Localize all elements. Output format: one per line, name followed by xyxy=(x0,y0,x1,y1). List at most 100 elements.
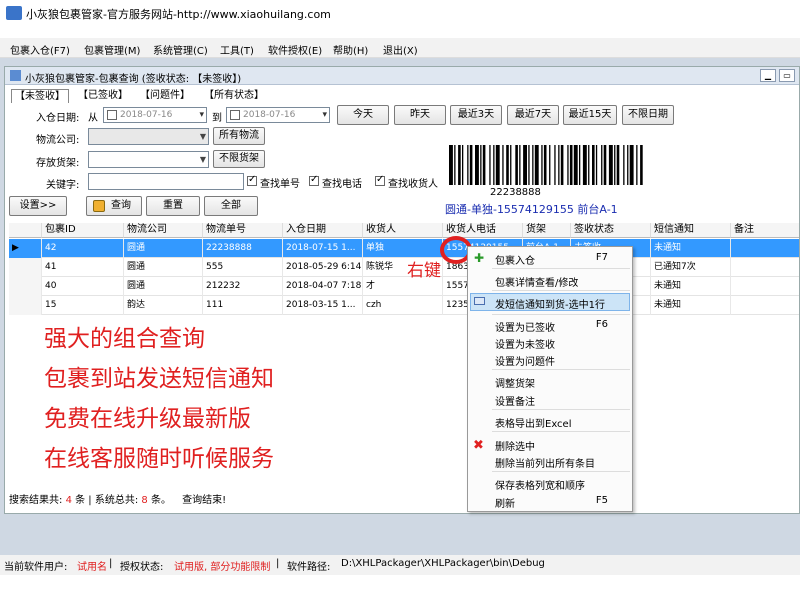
cell-tracking[interactable]: 212232 xyxy=(203,277,283,296)
table-row[interactable]: 41 圆通 555 2018-05-29 6:14 陈锐华 18632 已通知7次 xyxy=(9,258,799,277)
table-row[interactable]: ▶42圆通222388882018-07-15 1...单独1557412915… xyxy=(9,239,799,258)
menu-separator xyxy=(492,268,630,269)
yesterday-button[interactable]: 昨天 xyxy=(394,105,446,125)
col-header-sms[interactable]: 短信通知 xyxy=(651,223,731,238)
barcode-bar xyxy=(495,145,500,185)
cell-receiver[interactable]: czh xyxy=(363,296,443,315)
tab-signed[interactable]: 【已签收】 xyxy=(75,89,131,103)
shelf-select[interactable]: ▼ xyxy=(88,151,209,168)
cell-date[interactable]: 2018-05-29 6:14 xyxy=(283,258,363,277)
cell-date[interactable]: 2018-03-15 1... xyxy=(283,296,363,315)
cell-sms[interactable]: 未通知 xyxy=(651,296,731,315)
row-header[interactable] xyxy=(9,277,42,296)
last-15-days-button[interactable]: 最近15天 xyxy=(563,105,617,125)
company-select[interactable]: ▼ xyxy=(88,128,209,145)
col-header-receiver[interactable]: 收货人 xyxy=(363,223,443,238)
cell-id[interactable]: 42 xyxy=(42,239,124,258)
cell-company[interactable]: 圆通 xyxy=(124,277,203,296)
cell-tracking[interactable]: 555 xyxy=(203,258,283,277)
cell-id[interactable]: 15 xyxy=(42,296,124,315)
promo-line: 强大的组合查询 xyxy=(44,326,205,352)
barcode-bar xyxy=(467,145,469,185)
find-tracking-checkbox[interactable] xyxy=(247,174,257,186)
menu-item-license[interactable]: 软件授权(E) xyxy=(268,42,322,57)
last-7-days-button[interactable]: 最近7天 xyxy=(507,105,559,125)
tab-all[interactable]: 【所有状态】 xyxy=(201,89,267,103)
cell-sms[interactable]: 已通知7次 xyxy=(651,258,731,277)
query-button[interactable]: 查询 xyxy=(86,196,142,216)
barcode-bar xyxy=(558,145,560,185)
today-button[interactable]: 今天 xyxy=(337,105,389,125)
menu-set-problem[interactable]: 设置为问题件 xyxy=(495,353,555,368)
all-companies-button[interactable]: 所有物流 xyxy=(213,127,265,145)
all-shelves-button[interactable]: 不限货架 xyxy=(213,150,265,168)
keyword-input[interactable] xyxy=(88,173,244,190)
menu-item-exit[interactable]: 退出(X) xyxy=(383,42,418,57)
menu-item-inbound[interactable]: 包裹入仓(F7) xyxy=(10,42,70,57)
cell-note[interactable] xyxy=(731,277,799,296)
menu-view-details[interactable]: 包裹详情查看/修改 xyxy=(495,274,578,289)
cell-id[interactable]: 40 xyxy=(42,277,124,296)
settings-button[interactable]: 设置>> xyxy=(9,196,67,216)
cell-company[interactable]: 韵达 xyxy=(124,296,203,315)
cell-date[interactable]: 2018-04-07 7:18 xyxy=(283,277,363,296)
menu-item-system[interactable]: 系统管理(C) xyxy=(153,42,208,57)
find-receiver-checkbox[interactable] xyxy=(375,174,385,186)
menu-set-note[interactable]: 设置备注 xyxy=(495,393,535,408)
menu-inbound[interactable]: 包裹入仓 xyxy=(495,252,535,267)
menu-item-manage[interactable]: 包裹管理(M) xyxy=(84,42,140,57)
tab-unsigned[interactable]: 【未签收】 xyxy=(11,89,69,103)
row-header[interactable] xyxy=(9,258,42,277)
cell-sms[interactable]: 未通知 xyxy=(651,277,731,296)
cell-note[interactable] xyxy=(731,296,799,315)
cell-company[interactable]: 圆通 xyxy=(124,258,203,277)
table-row[interactable]: 40 圆通 212232 2018-04-07 7:18 才 15574 未通知 xyxy=(9,277,799,296)
menu-send-sms[interactable]: 发短信通知到货-选中1行 xyxy=(495,296,605,311)
col-header-company[interactable]: 物流公司 xyxy=(124,223,203,238)
col-header-date[interactable]: 入仓日期 xyxy=(283,223,363,238)
date-from-picker[interactable]: 2018-07-16 ▾ xyxy=(103,107,207,123)
last-3-days-button[interactable]: 最近3天 xyxy=(450,105,502,125)
col-header-tracking[interactable]: 物流单号 xyxy=(203,223,283,238)
menu-item-help[interactable]: 帮助(H) xyxy=(333,42,368,57)
menu-set-signed[interactable]: 设置为已签收 xyxy=(495,319,555,334)
cell-sms[interactable]: 未通知 xyxy=(651,239,731,258)
cell-tracking[interactable]: 111 xyxy=(203,296,283,315)
col-header-status[interactable]: 签收状态 xyxy=(571,223,651,238)
find-phone-checkbox[interactable] xyxy=(309,174,319,186)
tab-problem[interactable]: 【问题件】 xyxy=(137,89,193,103)
menu-set-unsigned[interactable]: 设置为未签收 xyxy=(495,336,555,351)
menu-item-tools[interactable]: 工具(T) xyxy=(220,42,254,57)
menu-save-layout[interactable]: 保存表格列宽和顺序 xyxy=(495,477,585,492)
cell-note[interactable] xyxy=(731,258,799,277)
menu-refresh[interactable]: 刷新 xyxy=(495,495,515,510)
col-header-note[interactable]: 备注 xyxy=(731,223,799,238)
cell-company[interactable]: 圆通 xyxy=(124,239,203,258)
col-header-shelf[interactable]: 货架 xyxy=(523,223,571,238)
barcode-bar xyxy=(567,145,569,185)
date-to-picker[interactable]: 2018-07-16 ▾ xyxy=(226,107,330,123)
maximize-button[interactable]: ▭ xyxy=(779,69,795,82)
cell-date[interactable]: 2018-07-15 1... xyxy=(283,239,363,258)
menu-delete-all-listed[interactable]: 删除当前列出所有条目 xyxy=(495,455,595,470)
auth-label: 授权状态: xyxy=(120,562,164,573)
minimize-button[interactable]: ▁ xyxy=(760,69,776,82)
menu-adjust-shelf[interactable]: 调整货架 xyxy=(495,375,535,390)
row-header[interactable] xyxy=(9,296,42,315)
search-icon xyxy=(93,200,105,212)
cell-tracking[interactable]: 22238888 xyxy=(203,239,283,258)
no-date-limit-button[interactable]: 不限日期 xyxy=(622,105,674,125)
cell-id[interactable]: 41 xyxy=(42,258,124,277)
menu-export-excel[interactable]: 表格导出到Excel xyxy=(495,415,572,430)
date-to-checkbox[interactable] xyxy=(230,110,240,120)
all-button[interactable]: 全部 xyxy=(204,196,258,216)
reset-button[interactable]: 重置 xyxy=(146,196,200,216)
barcode-bar xyxy=(560,145,564,185)
cell-note[interactable] xyxy=(731,239,799,258)
row-header[interactable]: ▶ xyxy=(9,239,42,258)
find-phone-label: 查找电话 xyxy=(322,179,362,190)
table-row[interactable]: 15 韵达 111 2018-03-15 1... czh 12355 未通知 xyxy=(9,296,799,315)
menu-delete-selected[interactable]: 删除选中 xyxy=(495,438,535,453)
date-from-checkbox[interactable] xyxy=(107,110,117,120)
col-header-id[interactable]: 包裹ID xyxy=(42,223,124,238)
